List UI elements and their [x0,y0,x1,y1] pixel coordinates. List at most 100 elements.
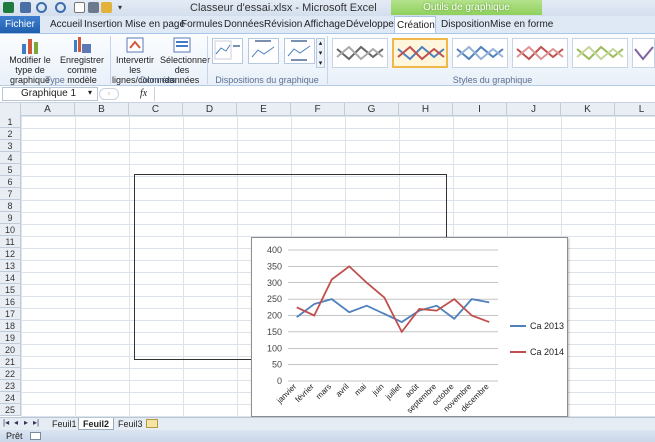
column-header-b[interactable]: B [75,103,129,116]
row-header-4[interactable]: 4 [0,152,21,164]
change-chart-type-button[interactable]: Modifier le type de graphique [4,36,56,85]
legend-label: Ca 2014 [530,347,564,357]
formula-bar-handle[interactable]: ◦ [99,88,119,100]
chart-style-3[interactable] [452,38,508,68]
column-header-i[interactable]: I [453,103,507,116]
print-icon[interactable] [88,2,99,13]
chart-type-icon [22,39,38,54]
row-header-2[interactable]: 2 [0,128,21,140]
tab-formules[interactable]: Formules [179,17,225,33]
macro-record-icon[interactable] [30,432,41,440]
type-group-label: Type [45,75,65,85]
y-tick-label: 150 [267,327,282,337]
column-header-a[interactable]: A [21,103,75,116]
undo-icon[interactable] [36,2,47,13]
name-box[interactable]: Graphique 1 [2,87,98,101]
chart-style-1[interactable] [332,38,388,68]
chart-style-6[interactable] [632,38,655,68]
last-sheet-icon[interactable]: ▸| [33,418,39,427]
column-header-l[interactable]: L [615,103,655,116]
tab-revision[interactable]: Révision [262,17,304,33]
column-header-j[interactable]: J [507,103,561,116]
customize-qa-icon[interactable]: ▾ [118,3,122,12]
row-header-22[interactable]: 22 [0,368,21,380]
window-title: Classeur d'essai.xlsx - Microsoft Excel [190,2,377,14]
tab-disposition[interactable]: Disposition [439,17,492,33]
tab-accueil[interactable]: Accueil [48,17,84,33]
style-6-icon [634,46,654,61]
x-tick-label: avril [334,382,351,399]
row-header-1[interactable]: 1 [0,116,21,128]
sheet-tab-feuil3[interactable]: Feuil3 [114,418,147,430]
column-header-f[interactable]: F [291,103,345,116]
insert-sheet-icon[interactable] [146,419,158,428]
row-header-21[interactable]: 21 [0,356,21,368]
chart-style-5[interactable] [572,38,628,68]
group-divider [327,36,328,84]
row-header-8[interactable]: 8 [0,200,21,212]
column-header-c[interactable]: C [129,103,183,116]
sheet-tab-feuil2[interactable]: Feuil2 [78,418,115,430]
chart-layout-1[interactable] [212,38,243,64]
chart-layout-3[interactable] [284,38,315,64]
tab-file[interactable]: Fichier [0,16,40,33]
row-header-19[interactable]: 19 [0,332,21,344]
save-template-icon [74,37,91,53]
next-sheet-icon[interactable]: ▸ [24,418,28,427]
layout-2-icon [251,40,275,58]
name-box-dropdown-icon[interactable]: ▾ [88,88,92,97]
formula-input[interactable] [154,87,653,101]
row-header-24[interactable]: 24 [0,392,21,404]
column-header-e[interactable]: E [237,103,291,116]
row-header-13[interactable]: 13 [0,260,21,272]
row-header-3[interactable]: 3 [0,140,21,152]
row-header-16[interactable]: 16 [0,296,21,308]
first-sheet-icon[interactable]: |◂ [3,418,9,427]
tab-affichage[interactable]: Affichage [302,17,348,33]
prev-sheet-icon[interactable]: ◂ [14,418,18,427]
switch-row-column-button[interactable]: Intervertir les lignes/colonnes [112,36,174,85]
open-icon[interactable] [101,2,112,13]
chart-layout-2[interactable] [248,38,279,64]
save-icon[interactable] [20,2,31,13]
row-header-18[interactable]: 18 [0,320,21,332]
row-header-11[interactable]: 11 [0,236,21,248]
new-icon[interactable] [74,2,85,13]
insert-function-icon[interactable]: fx [140,88,147,99]
layouts-scroll-icon[interactable]: ▴ ▾ ▾ [316,38,325,68]
tab-mise-en-page[interactable]: Mise en page [123,17,187,33]
column-header-k[interactable]: K [561,103,615,116]
save-template-button[interactable]: Enregistrer comme modèle [56,36,108,85]
series-line-1[interactable] [296,298,490,324]
x-tick-label: mai [353,382,369,398]
row-header-15[interactable]: 15 [0,284,21,296]
row-header-7[interactable]: 7 [0,188,21,200]
y-tick-label: 400 [267,245,282,255]
line-chart[interactable]: 0 50 100 150 200 250 300 350 400 janvier février m… [251,237,568,417]
row-header-6[interactable]: 6 [0,176,21,188]
select-data-button[interactable]: Sélectionner des données [160,36,210,85]
sheet-tab-feuil1[interactable]: Feuil1 [48,418,81,430]
column-header-h[interactable]: H [399,103,453,116]
row-header-5[interactable]: 5 [0,164,21,176]
tab-donnees[interactable]: Données [222,17,266,33]
tab-insertion[interactable]: Insertion [82,17,124,33]
row-header-20[interactable]: 20 [0,344,21,356]
row-header-25[interactable]: 25 [0,404,21,416]
row-header-14[interactable]: 14 [0,272,21,284]
column-header-d[interactable]: D [183,103,237,116]
select-all-corner[interactable] [0,103,21,116]
tab-creation[interactable]: Création [394,16,436,34]
row-header-9[interactable]: 9 [0,212,21,224]
row-header-12[interactable]: 12 [0,248,21,260]
chart-style-2[interactable] [392,38,448,68]
chart-style-4[interactable] [512,38,568,68]
x-tick-label: février [294,382,316,404]
redo-icon[interactable] [55,2,66,13]
column-header-g[interactable]: G [345,103,399,116]
chart-canvas: 050100150200250300350400 janvierfévrierm… [267,245,564,415]
row-header-10[interactable]: 10 [0,224,21,236]
tab-mise-en-forme[interactable]: Mise en forme [488,17,555,33]
row-header-23[interactable]: 23 [0,380,21,392]
row-header-17[interactable]: 17 [0,308,21,320]
